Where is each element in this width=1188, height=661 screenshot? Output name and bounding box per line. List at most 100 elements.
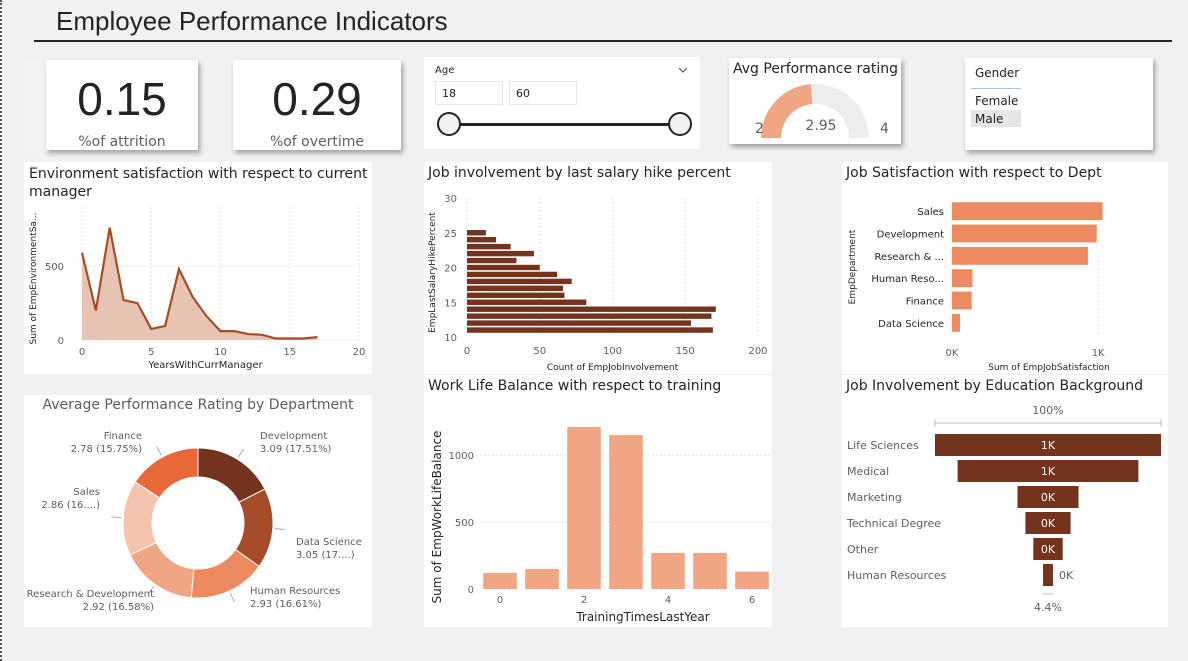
- jobinv-y-label: EmpLastSalaryHikePercent: [428, 212, 438, 333]
- wlb-x-tick: 6: [749, 595, 755, 606]
- donut-slice-value: 2.93 (16.61%): [250, 599, 321, 610]
- jobsat-bar: [952, 246, 1088, 265]
- jobinv-bar: [467, 327, 713, 333]
- jobinv-bar: [467, 313, 712, 319]
- env-x-tick: 0: [79, 347, 85, 358]
- gauge-card[interactable]: Avg Performance rating 2 4 2.95: [729, 58, 901, 144]
- jobsat-bar: [952, 291, 972, 310]
- jobsat-bar: [952, 313, 961, 332]
- jobinv-x-label: Count of EmpJobInvolvement: [547, 363, 679, 373]
- kpi-attrition-card[interactable]: 0.15 %of attrition: [46, 60, 198, 150]
- donut-slice-value: 3.09 (17.51%): [260, 444, 331, 455]
- jobinv-x-tick: 100: [603, 346, 622, 357]
- wlb-bar: [735, 571, 769, 589]
- jobinv-x-tick: 50: [533, 346, 546, 357]
- jobsat-x-tick: 1K: [1092, 348, 1105, 359]
- age-slider-track[interactable]: [448, 123, 680, 126]
- chevron-down-icon[interactable]: [678, 66, 688, 74]
- donut-slice-label: Development: [260, 431, 327, 442]
- edu-category-label: Life Sciences: [847, 439, 919, 452]
- jobinv-y-tick: 10: [444, 333, 457, 344]
- jobinv-bar: [467, 257, 517, 264]
- env-x-tick: 15: [283, 347, 296, 358]
- edu-visual[interactable]: Job Involvement by Education Background …: [842, 375, 1168, 627]
- kpi-overtime-card[interactable]: 0.29 %of overtime: [233, 60, 401, 150]
- wlb-y-tick: 500: [455, 518, 474, 529]
- jobsat-bar: [952, 224, 1097, 243]
- donut-leader-line: [274, 528, 285, 530]
- jobsat-category-label: Human Reso...: [871, 274, 944, 285]
- donut-slice-value: 2.86 (16....): [41, 500, 100, 511]
- edu-category-label: Marketing: [847, 491, 902, 504]
- jobsat-bar: [952, 202, 1103, 221]
- env-x-label: YearsWithCurrManager: [147, 360, 263, 371]
- env-x-tick: 10: [214, 347, 227, 358]
- donut-slice-label: Human Resources: [250, 586, 340, 597]
- wlb-y-tick: 1000: [449, 451, 474, 462]
- donut-leader-line: [229, 592, 235, 603]
- env-satisfaction-visual[interactable]: Environment satisfaction with respect to…: [24, 162, 372, 374]
- jobsat-y-label: EmpDepartment: [848, 229, 858, 304]
- age-min-input[interactable]: 18: [435, 81, 503, 105]
- edu-value-label: 1K: [1041, 465, 1056, 478]
- wlb-bar: [651, 552, 685, 589]
- gauge-max-label: 4: [880, 121, 889, 137]
- jobinv-bar: [467, 230, 486, 236]
- jobinv-bar: [467, 320, 692, 326]
- jobinv-y-tick: 15: [444, 298, 457, 309]
- age-max-input[interactable]: 60: [509, 81, 577, 105]
- jobsat-category-label: Finance: [906, 297, 944, 308]
- canvas-edge: [0, 0, 4, 661]
- donut-slice-value: 3.05 (17....): [296, 550, 355, 561]
- jobinv-y-tick: 20: [444, 264, 457, 275]
- kpi-attrition-value: 0.15: [77, 73, 167, 125]
- gender-option-male[interactable]: Male: [971, 110, 1021, 127]
- edu-value-label: 0K: [1041, 517, 1056, 530]
- wlb-bar: [609, 435, 643, 589]
- donut-slice-label: Sales: [73, 487, 100, 498]
- kpi-overtime-label: %of overtime: [269, 134, 365, 150]
- wlb-visual[interactable]: Work Life Balance with respect to traini…: [424, 375, 772, 627]
- jobsat-category-label: Research & ...: [874, 252, 944, 263]
- jobinv-bar: [467, 285, 564, 292]
- title-underline: [34, 40, 1172, 42]
- jobinv-bar: [467, 292, 565, 299]
- wlb-bar: [483, 572, 517, 589]
- edu-funnel-bar: [1043, 564, 1053, 586]
- kpi-attrition-label: %of attrition: [78, 134, 166, 150]
- edu-value-label: 1K: [1041, 439, 1056, 452]
- gender-slicer[interactable]: Gender Female Male: [965, 58, 1153, 150]
- perfdept-donut-chart: Development 3.09 (17.51%) Data Science 3.05…: [27, 431, 362, 613]
- jobinv-bar: [467, 264, 540, 271]
- age-slider-min-handle[interactable]: [437, 112, 461, 136]
- kpi-overtime-value: 0.29: [272, 73, 362, 125]
- jobinv-y-tick: 30: [444, 194, 457, 205]
- donut-slice-label: Data Science: [296, 537, 362, 548]
- donut-slice-label: Research & Development: [27, 589, 154, 600]
- gender-option-female[interactable]: Female: [971, 92, 1021, 109]
- edu-category-label: Technical Degree: [846, 517, 941, 530]
- edu-category-label: Human Resources: [847, 569, 947, 582]
- env-area-chart: 0 5 10 15 20 0 500 YearsWithCurrManager Sum of E…: [29, 207, 365, 371]
- jobinv-y-tick: 25: [444, 229, 457, 240]
- edu-category-label: Medical: [847, 465, 889, 478]
- donut-leader-line: [111, 516, 122, 518]
- wlb-y-label: Sum of EmpWorkLifeBalance: [430, 431, 444, 604]
- jobinv-bar-chart: 0 50 100 150 200 10 15 20 25 30 Count of EmpJobInv…: [428, 194, 768, 373]
- age-slider-max-handle[interactable]: [668, 112, 692, 136]
- wlb-x-tick: 2: [581, 595, 587, 606]
- wlb-y-tick: 0: [468, 585, 474, 596]
- perfdept-visual[interactable]: Average Performance Rating by Department…: [24, 395, 372, 627]
- env-y-tick: 500: [45, 262, 64, 273]
- jobinv-visual[interactable]: Job involvement by last salary hike perc…: [424, 162, 772, 374]
- jobsat-visual[interactable]: Job Satisfaction with respect to Dept 0K…: [842, 162, 1168, 374]
- wlb-x-tick: 0: [497, 595, 503, 606]
- jobinv-bar: [467, 250, 534, 257]
- jobinv-bar: [467, 236, 497, 243]
- gender-slicer-divider: [971, 88, 1021, 89]
- age-slicer[interactable]: Age 18 60: [424, 57, 700, 149]
- jobinv-x-tick: 150: [676, 346, 695, 357]
- edu-value-label: 0K: [1041, 543, 1056, 556]
- gauge-min-label: 2: [755, 121, 764, 137]
- wlb-bar: [525, 568, 559, 589]
